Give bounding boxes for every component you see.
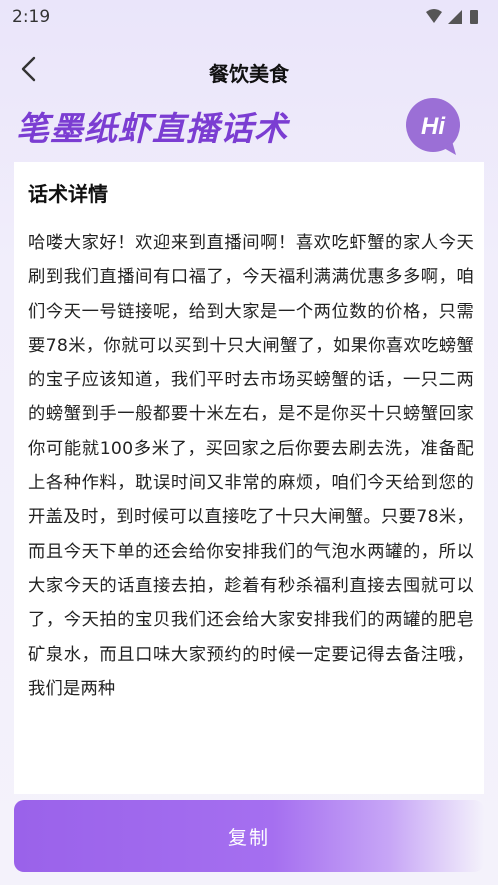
page-title: 餐饮美食: [209, 62, 289, 86]
copy-button-label: 复制: [227, 826, 270, 849]
status-icons: [426, 9, 478, 24]
copy-button[interactable]: 复制: [14, 800, 484, 872]
card-title: 话术详情: [28, 182, 108, 206]
banner-title: 笔墨纸虾直播话术: [16, 109, 288, 148]
script-content: 哈喽大家好！欢迎来到直播间啊！喜欢吃虾蟹的家人今天刷到我们直播间有口福了，今天福…: [28, 233, 474, 699]
top-navigation: 餐饮美食: [0, 48, 498, 92]
script-detail-card: 话术详情 哈喽大家好！欢迎来到直播间啊！喜欢吃虾蟹的家人今天刷到我们直播间有口福…: [14, 162, 484, 794]
hi-badge-label: Hi: [421, 113, 446, 140]
battery-icon: [470, 10, 478, 24]
cellular-signal-icon: [448, 10, 462, 24]
status-time: 2:19: [12, 7, 51, 27]
wifi-icon: [426, 9, 442, 23]
status-bar: 2:19: [0, 0, 498, 34]
content-fade: [14, 754, 484, 794]
hi-badge-icon: Hi: [406, 98, 460, 155]
